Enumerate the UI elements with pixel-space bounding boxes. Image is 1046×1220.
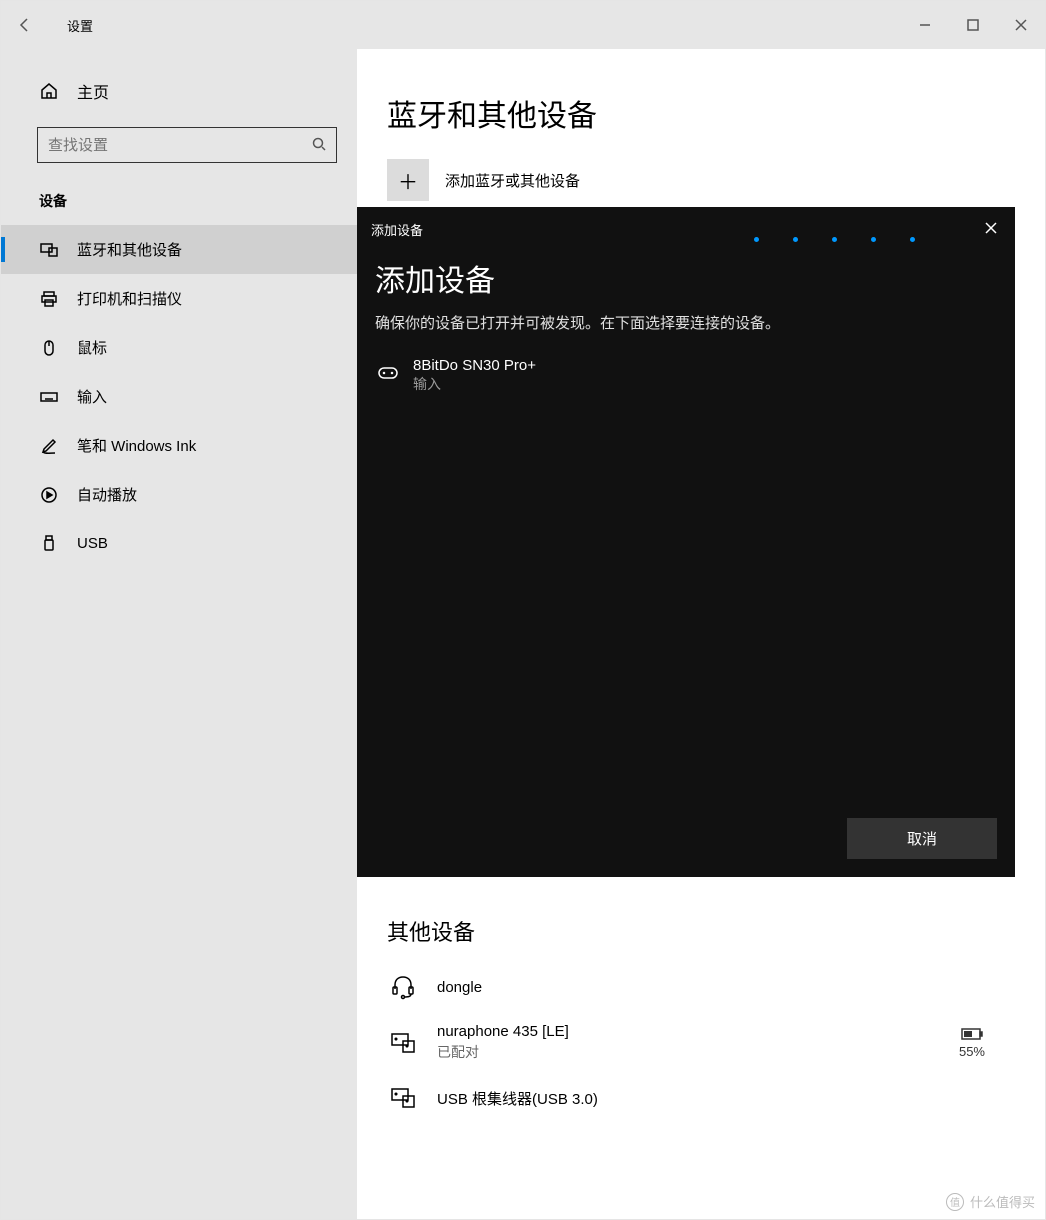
device-name: dongle [437, 979, 482, 996]
search-input[interactable] [48, 137, 312, 154]
nav-bluetooth[interactable]: 蓝牙和其他设备 [1, 225, 357, 274]
usb-icon [39, 533, 59, 553]
headset-icon [387, 971, 419, 1003]
nav-typing[interactable]: 输入 [1, 372, 357, 421]
nav-pen[interactable]: 笔和 Windows Ink [1, 421, 357, 470]
page-heading: 蓝牙和其他设备 [387, 91, 1015, 135]
device-row[interactable]: USB 根集线器(USB 3.0) [387, 1072, 1015, 1124]
nav-autoplay[interactable]: 自动播放 [1, 470, 357, 519]
devices-icon [39, 240, 59, 260]
device-row[interactable]: dongle [387, 961, 1015, 1013]
keyboard-icon [39, 387, 59, 407]
found-device-name: 8BitDo SN30 Pro+ [413, 357, 536, 374]
autoplay-icon [39, 485, 59, 505]
progress-dots [357, 237, 1015, 242]
printer-icon [39, 289, 59, 309]
sidebar: 主页 设备 蓝牙和其他设备 打印机和扫描仪 鼠标 输入 [1, 49, 357, 1219]
add-device-label: 添加蓝牙或其他设备 [445, 170, 580, 191]
device-generic-icon [387, 1027, 419, 1059]
dialog-header-title: 添加设备 [371, 220, 423, 239]
battery-icon [961, 1027, 983, 1044]
device-name: nuraphone 435 [LE] [437, 1023, 569, 1040]
close-button[interactable] [997, 1, 1045, 49]
nav-label: 鼠标 [77, 337, 107, 358]
add-device-button[interactable]: ＋ 添加蓝牙或其他设备 [387, 159, 1015, 201]
nav-label: USB [77, 535, 108, 552]
pen-icon [39, 436, 59, 456]
back-button[interactable] [1, 1, 49, 49]
cancel-button[interactable]: 取消 [847, 818, 997, 859]
battery-indicator: 55% [959, 1027, 985, 1059]
found-device-type: 输入 [413, 374, 536, 394]
search-icon [312, 137, 326, 154]
device-row[interactable]: nuraphone 435 [LE] 已配对 55% [387, 1013, 1015, 1072]
watermark: 值 什么值得买 [946, 1192, 1035, 1211]
nav-label: 输入 [77, 386, 107, 407]
nav-label: 自动播放 [77, 484, 137, 505]
home-nav[interactable]: 主页 [1, 69, 357, 113]
other-devices-heading: 其他设备 [387, 915, 1015, 947]
maximize-button[interactable] [949, 1, 997, 49]
device-generic-icon [387, 1082, 419, 1114]
search-input-container[interactable] [37, 127, 337, 163]
minimize-button[interactable] [901, 1, 949, 49]
device-status: 已配对 [437, 1042, 569, 1062]
nav-usb[interactable]: USB [1, 519, 357, 567]
add-device-dialog: 添加设备 添加设备 确保你的设备已打开并可被发现。在下面选择要连接的设备。 [357, 207, 1015, 877]
home-icon [39, 81, 59, 101]
home-label: 主页 [77, 79, 109, 103]
nav-label: 打印机和扫描仪 [77, 288, 182, 309]
watermark-text: 什么值得买 [970, 1192, 1035, 1211]
nav-mouse[interactable]: 鼠标 [1, 323, 357, 372]
found-device-row[interactable]: 8BitDo SN30 Pro+ 输入 [375, 353, 997, 398]
device-name: USB 根集线器(USB 3.0) [437, 1088, 598, 1109]
nav-label: 笔和 Windows Ink [77, 435, 196, 456]
mouse-icon [39, 338, 59, 358]
main-content: 蓝牙和其他设备 ＋ 添加蓝牙或其他设备 添加设备 添加设备 确保你的设 [357, 49, 1045, 1219]
plus-icon: ＋ [387, 159, 429, 201]
sidebar-section-title: 设备 [1, 177, 357, 225]
dialog-heading: 添加设备 [375, 256, 997, 300]
nav-printers[interactable]: 打印机和扫描仪 [1, 274, 357, 323]
dialog-description: 确保你的设备已打开并可被发现。在下面选择要连接的设备。 [375, 312, 997, 333]
window-title: 设置 [67, 16, 93, 35]
gamepad-icon [375, 359, 401, 385]
watermark-icon: 值 [946, 1193, 964, 1211]
nav-label: 蓝牙和其他设备 [77, 239, 182, 260]
battery-percent: 55% [959, 1044, 985, 1059]
